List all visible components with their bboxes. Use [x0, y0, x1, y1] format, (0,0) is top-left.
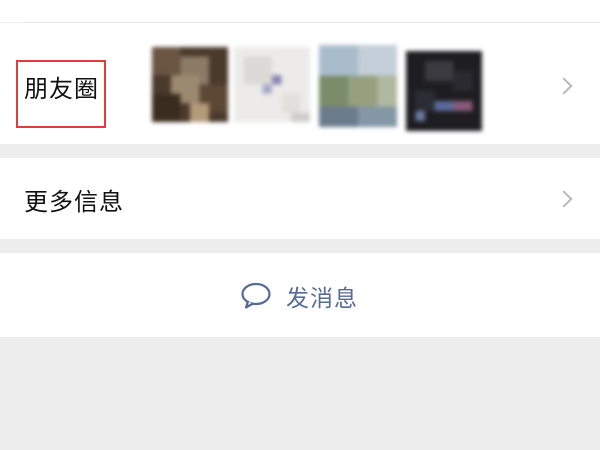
moments-thumbnail[interactable] — [406, 51, 482, 131]
moments-thumbnail[interactable] — [152, 47, 228, 122]
send-message-label: 发消息 — [286, 286, 358, 312]
moments-row[interactable]: 朋友圈 — [0, 23, 600, 144]
chevron-right-icon — [555, 190, 573, 208]
moments-thumbnails[interactable] — [152, 45, 482, 143]
chat-bubble-icon — [240, 282, 272, 310]
moments-thumbnail[interactable] — [319, 45, 397, 127]
blurred-photo-image — [234, 47, 310, 122]
more-info-label: 更多信息 — [24, 188, 124, 216]
send-message-button[interactable]: 发消息 — [240, 281, 358, 312]
top-section-edge — [0, 0, 600, 22]
blurred-photo-image — [319, 45, 397, 127]
more-info-row[interactable]: 更多信息 — [0, 158, 600, 239]
blurred-photo-image — [152, 47, 228, 122]
moments-thumbnail[interactable] — [234, 47, 310, 122]
chevron-right-icon — [555, 77, 573, 95]
blurred-photo-image — [406, 51, 482, 131]
moments-label: 朋友圈 — [24, 75, 99, 103]
